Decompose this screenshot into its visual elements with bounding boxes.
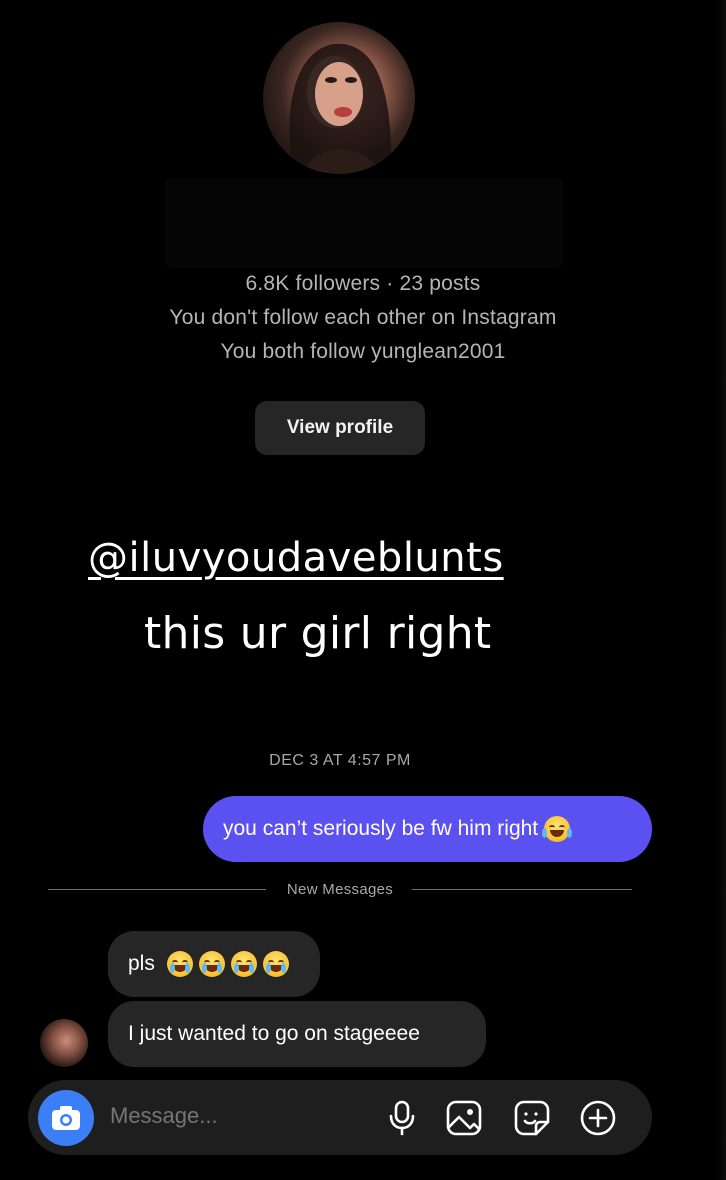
received-message-text: I just wanted to go on stageeee (128, 1022, 420, 1045)
redacted-username (165, 178, 563, 268)
loudly-crying-face-icon (262, 951, 289, 977)
received-message-text: pls (128, 952, 155, 975)
gallery-icon[interactable] (444, 1098, 484, 1138)
story-caption: this ur girl right (144, 608, 492, 659)
camera-icon (52, 1106, 80, 1130)
screen-edge (718, 0, 726, 1180)
loudly-crying-face-icon (166, 951, 193, 977)
story-mention-link[interactable]: @iluvyoudaveblunts (88, 535, 504, 581)
received-message-bubble[interactable]: I just wanted to go on stageeee (108, 1001, 486, 1067)
plus-icon[interactable] (578, 1098, 618, 1138)
loudly-crying-face-icon (230, 951, 257, 977)
follow-status: You don't follow each other on Instagram (169, 306, 557, 329)
view-profile-button[interactable]: View profile (255, 401, 425, 455)
microphone-icon[interactable] (382, 1098, 422, 1138)
profile-stats: 6.8K followers · 23 posts (245, 272, 481, 295)
divider-line-right (412, 889, 632, 890)
received-message-bubble[interactable]: pls (108, 931, 320, 997)
sent-message-text: you can’t seriously be fw him right (223, 817, 539, 840)
profile-avatar[interactable] (263, 22, 415, 174)
face-with-tears-of-joy-icon (542, 816, 573, 842)
sticker-icon[interactable] (512, 1098, 552, 1138)
mutual-followers: You both follow yunglean2001 (220, 340, 506, 363)
loudly-crying-face-icon (198, 951, 225, 977)
sender-avatar[interactable] (40, 1019, 88, 1067)
sent-message-bubble[interactable]: you can’t seriously be fw him right (203, 796, 652, 862)
message-input[interactable] (108, 1102, 372, 1130)
camera-button[interactable] (38, 1090, 94, 1146)
message-timestamp: DEC 3 AT 4:57 PM (269, 752, 411, 769)
